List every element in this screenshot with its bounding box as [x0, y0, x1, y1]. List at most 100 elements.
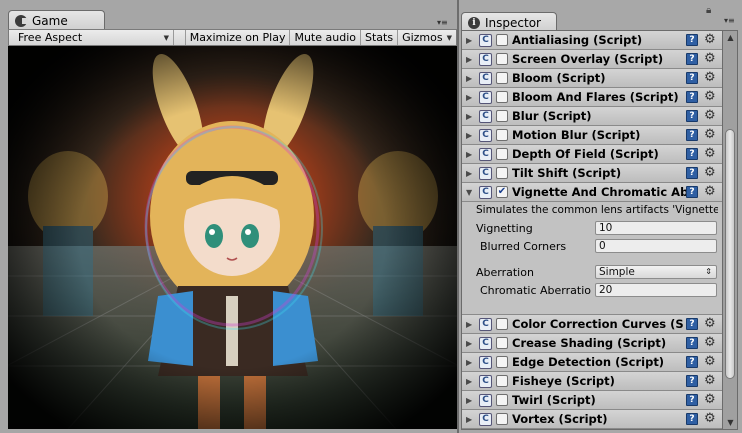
help-icon[interactable]: ? [686, 356, 698, 368]
scroll-up-icon[interactable]: ▲ [725, 33, 736, 42]
enable-checkbox[interactable] [496, 167, 508, 179]
lock-icon[interactable]: 🔒︎ [706, 5, 711, 16]
gear-icon[interactable]: ⚙ [704, 146, 716, 161]
foldout-closed-icon[interactable]: ▶ [466, 358, 474, 367]
component-header[interactable]: ▶ C Blur (Script) ? ⚙ [462, 107, 722, 126]
component-name: Edge Detection (Script) [512, 355, 665, 369]
panel-menu-icon[interactable]: ▾≡ [724, 16, 735, 25]
foldout-closed-icon[interactable]: ▶ [466, 55, 474, 64]
foldout-closed-icon[interactable]: ▶ [466, 396, 474, 405]
gear-icon[interactable]: ⚙ [704, 184, 716, 199]
component-header-vignette[interactable]: ▼ C ✔ Vignette And Chromatic Ab ? ⚙ [462, 183, 722, 202]
foldout-closed-icon[interactable]: ▶ [466, 112, 474, 121]
enable-checkbox[interactable] [496, 413, 508, 425]
foldout-closed-icon[interactable]: ▶ [466, 320, 474, 329]
scrollbar-thumb[interactable] [725, 129, 735, 379]
component-header[interactable]: ▶ C Depth Of Field (Script) ? ⚙ [462, 145, 722, 164]
enable-checkbox[interactable] [496, 148, 508, 160]
enable-checkbox[interactable]: ✔ [496, 186, 508, 198]
gizmos-dropdown[interactable]: Gizmos ▼ [398, 30, 456, 45]
stats-toggle[interactable]: Stats [361, 30, 399, 45]
component-header[interactable]: ▶ C Color Correction Curves (S ? ⚙ [462, 315, 722, 334]
foldout-closed-icon[interactable]: ▶ [466, 169, 474, 178]
aberration-dropdown[interactable]: Simple ⇕ [595, 265, 717, 279]
component-name: Antialiasing (Script) [512, 33, 643, 47]
help-icon[interactable]: ? [686, 129, 698, 141]
help-icon[interactable]: ? [686, 72, 698, 84]
help-icon[interactable]: ? [686, 167, 698, 179]
vignetting-field[interactable]: 10 [595, 221, 717, 235]
foldout-closed-icon[interactable]: ▶ [466, 377, 474, 386]
enable-checkbox[interactable] [496, 356, 508, 368]
component-header[interactable]: ▶ C Crease Shading (Script) ? ⚙ [462, 334, 722, 353]
component-header[interactable]: ▶ C Fisheye (Script) ? ⚙ [462, 372, 722, 391]
foldout-closed-icon[interactable]: ▶ [466, 36, 474, 45]
help-icon[interactable]: ? [686, 53, 698, 65]
gear-icon[interactable]: ⚙ [704, 316, 716, 331]
component-header[interactable]: ▶ C Tilt Shift (Script) ? ⚙ [462, 164, 722, 183]
component-header[interactable]: ▶ C Antialiasing (Script) ? ⚙ [462, 31, 722, 50]
inspector-panel: i Inspector 🔒︎ ▾≡ ▶ C Antialiasing (Scri… [459, 0, 742, 433]
blurred-corners-field[interactable]: 0 [595, 239, 717, 253]
component-header[interactable]: ▶ C Bloom And Flares (Script) ? ⚙ [462, 88, 722, 107]
gear-icon[interactable]: ⚙ [704, 51, 716, 66]
enable-checkbox[interactable] [496, 91, 508, 103]
scroll-down-icon[interactable]: ▼ [725, 418, 736, 427]
foldout-closed-icon[interactable]: ▶ [466, 74, 474, 83]
gear-icon[interactable]: ⚙ [704, 32, 716, 47]
component-header[interactable]: ▶ C Motion Blur (Script) ? ⚙ [462, 126, 722, 145]
tab-game[interactable]: Game [8, 10, 105, 30]
component-header[interactable]: ▶ C Vortex (Script) ? ⚙ [462, 410, 722, 429]
component-header[interactable]: ▶ C Edge Detection (Script) ? ⚙ [462, 353, 722, 372]
component-header[interactable]: ▶ C Bloom (Script) ? ⚙ [462, 69, 722, 88]
component-header[interactable]: ▶ C Global Fog (Script) ? ⚙ [462, 429, 722, 430]
panel-menu-icon[interactable]: ▾≡ [437, 18, 448, 27]
enable-checkbox[interactable] [496, 394, 508, 406]
enable-checkbox[interactable] [496, 110, 508, 122]
foldout-closed-icon[interactable]: ▶ [466, 93, 474, 102]
tab-inspector[interactable]: i Inspector [461, 12, 557, 32]
enable-checkbox[interactable] [496, 72, 508, 84]
gear-icon[interactable]: ⚙ [704, 373, 716, 388]
gear-icon[interactable]: ⚙ [704, 392, 716, 407]
gear-icon[interactable]: ⚙ [704, 70, 716, 85]
foldout-closed-icon[interactable]: ▶ [466, 339, 474, 348]
gear-icon[interactable]: ⚙ [704, 127, 716, 142]
foldout-closed-icon[interactable]: ▶ [466, 415, 474, 424]
game-viewport[interactable] [8, 46, 457, 429]
help-icon[interactable]: ? [686, 337, 698, 349]
gear-icon[interactable]: ⚙ [704, 354, 716, 369]
help-icon[interactable]: ? [686, 148, 698, 160]
script-icon: C [479, 166, 492, 180]
help-icon[interactable]: ? [686, 34, 698, 46]
gear-icon[interactable]: ⚙ [704, 108, 716, 123]
enable-checkbox[interactable] [496, 53, 508, 65]
gear-icon[interactable]: ⚙ [704, 335, 716, 350]
help-icon[interactable]: ? [686, 375, 698, 387]
aspect-dropdown[interactable]: Free Aspect ▼ [9, 30, 174, 45]
enable-checkbox[interactable] [496, 337, 508, 349]
gear-icon[interactable]: ⚙ [704, 165, 716, 180]
enable-checkbox[interactable] [496, 318, 508, 330]
help-icon[interactable]: ? [686, 413, 698, 425]
help-icon[interactable]: ? [686, 110, 698, 122]
gear-icon[interactable]: ⚙ [704, 411, 716, 426]
enable-checkbox[interactable] [496, 129, 508, 141]
component-name: Bloom And Flares (Script) [512, 90, 679, 104]
help-icon[interactable]: ? [686, 186, 698, 198]
help-icon[interactable]: ? [686, 91, 698, 103]
maximize-on-play-toggle[interactable]: Maximize on Play [186, 30, 291, 45]
foldout-closed-icon[interactable]: ▶ [466, 150, 474, 159]
gear-icon[interactable]: ⚙ [704, 89, 716, 104]
chromatic-aberration-field[interactable]: 20 [595, 283, 717, 297]
component-header[interactable]: ▶ C Twirl (Script) ? ⚙ [462, 391, 722, 410]
mute-audio-toggle[interactable]: Mute audio [290, 30, 361, 45]
help-icon[interactable]: ? [686, 318, 698, 330]
foldout-open-icon[interactable]: ▼ [466, 188, 474, 197]
component-header[interactable]: ▶ C Screen Overlay (Script) ? ⚙ [462, 50, 722, 69]
help-icon[interactable]: ? [686, 394, 698, 406]
enable-checkbox[interactable] [496, 375, 508, 387]
enable-checkbox[interactable] [496, 34, 508, 46]
foldout-closed-icon[interactable]: ▶ [466, 131, 474, 140]
inspector-scrollbar[interactable]: ▲ ▼ [723, 30, 738, 430]
